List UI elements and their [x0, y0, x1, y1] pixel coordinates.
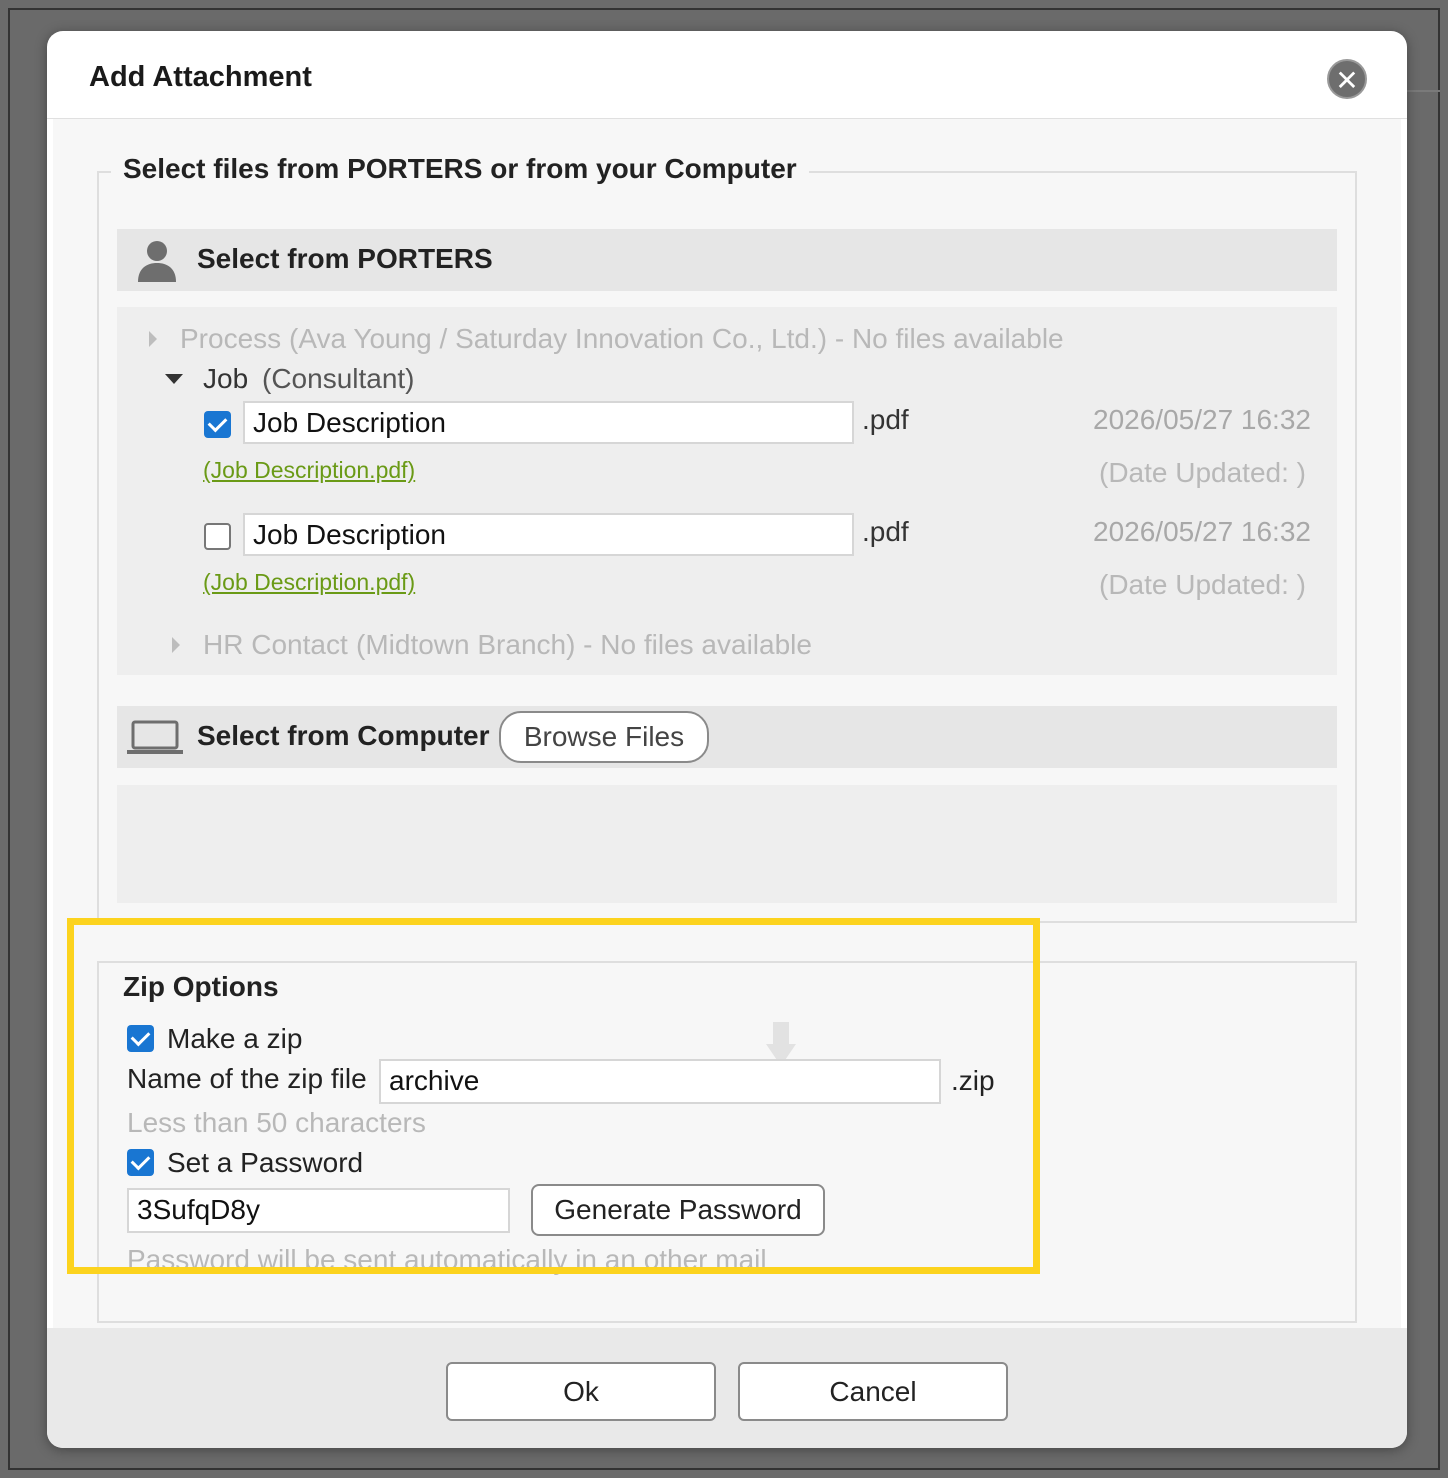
file-1-date: 2026/05/27 16:32 [1093, 404, 1311, 435]
process-detail: (Ava Young / Saturday Innovation Co., Lt… [289, 323, 1064, 354]
file-2-checkbox[interactable] [204, 523, 231, 550]
job-detail: (Consultant) [262, 363, 415, 394]
zip-name-input[interactable]: archive [379, 1059, 941, 1104]
process-label[interactable]: Process [180, 323, 281, 355]
porters-section-header: Select from PORTERS [117, 229, 1337, 291]
file-2-link[interactable]: (Job Description.pdf) [203, 569, 415, 596]
dialog-header: Add Attachment ✕ [47, 31, 1407, 119]
make-zip-checkbox[interactable] [127, 1025, 154, 1052]
file-2-date-updated: (Date Updated: ) [1099, 569, 1306, 600]
make-zip-label[interactable]: Make a zip [167, 1023, 302, 1055]
hr-contact-label[interactable]: HR Contact [203, 629, 348, 661]
close-icon[interactable]: ✕ [1327, 59, 1367, 99]
zip-name-hint: Less than 50 characters [127, 1107, 426, 1138]
add-attachment-dialog: Add Attachment ✕ Select files from PORTE… [47, 31, 1407, 1448]
file-1-checkbox[interactable] [204, 411, 231, 438]
select-files-legend: Select files from PORTERS or from your C… [111, 153, 809, 185]
zip-options-legend: Zip Options [111, 971, 291, 1003]
zip-extension: .zip [951, 1065, 995, 1096]
file-1-link[interactable]: (Job Description.pdf) [203, 457, 415, 484]
dialog-title: Add Attachment [89, 61, 312, 93]
dialog-footer: Ok Cancel [47, 1328, 1407, 1448]
password-hint: Password will be sent automatically in a… [127, 1244, 767, 1275]
file-2-date: 2026/05/27 16:32 [1093, 516, 1311, 547]
file-1-date-updated: (Date Updated: ) [1099, 457, 1306, 488]
file-2-name-input[interactable]: Job Description [243, 513, 854, 556]
expand-process-icon[interactable] [149, 331, 157, 347]
file-1-name-input[interactable]: Job Description [243, 401, 854, 444]
expand-hr-contact-icon[interactable] [172, 637, 180, 653]
hr-contact-detail: (Midtown Branch) - No files available [356, 629, 812, 660]
backdrop-divider [1407, 90, 1440, 92]
computer-heading: Select from Computer [197, 720, 490, 751]
computer-section-bar: Select from Computer Browse Files [117, 706, 1337, 768]
password-input[interactable]: 3SufqD8y [127, 1188, 510, 1233]
person-icon [138, 241, 176, 282]
set-password-label[interactable]: Set a Password [167, 1147, 363, 1179]
laptop-icon [127, 720, 183, 754]
computer-file-panel [117, 785, 1337, 903]
ok-button[interactable]: Ok [446, 1362, 716, 1421]
cancel-button[interactable]: Cancel [738, 1362, 1008, 1421]
generate-password-button[interactable]: Generate Password [531, 1184, 825, 1236]
set-password-checkbox[interactable] [127, 1149, 154, 1176]
zip-name-label: Name of the zip file [127, 1063, 367, 1094]
dialog-body: Select files from PORTERS or from your C… [53, 119, 1401, 1328]
job-label[interactable]: Job [203, 363, 248, 395]
collapse-job-icon[interactable] [165, 374, 183, 384]
porters-heading: Select from PORTERS [197, 243, 493, 274]
porters-file-panel: Process (Ava Young / Saturday Innovation… [117, 307, 1337, 675]
file-1-extension: .pdf [862, 404, 909, 435]
file-2-extension: .pdf [862, 516, 909, 547]
browse-files-button[interactable]: Browse Files [499, 711, 709, 763]
